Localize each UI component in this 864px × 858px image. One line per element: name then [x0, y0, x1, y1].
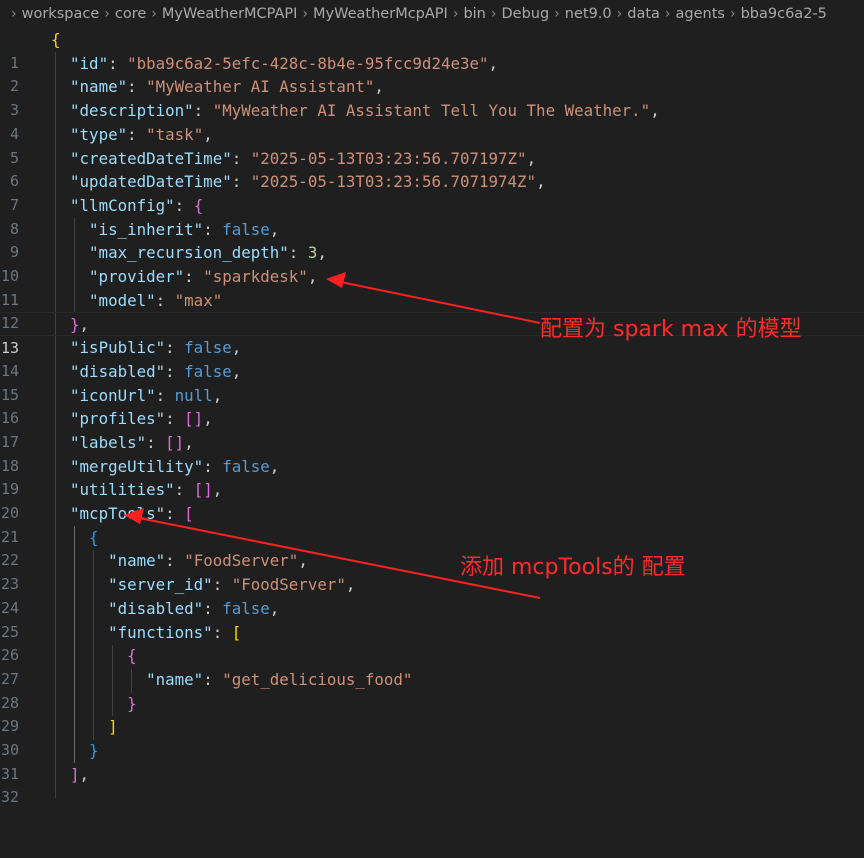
breadcrumb-item[interactable]: net9.0 [565, 6, 612, 22]
json-key: "id" [70, 53, 109, 73]
code-line[interactable]: 12 "model": "max" [0, 289, 864, 333]
json-key: "isPublic" [70, 338, 166, 358]
code-line[interactable]: 1 { [0, 28, 864, 72]
code-line[interactable]: 20 "utilities": [], [0, 478, 864, 522]
breadcrumb-item[interactable]: Debug [501, 6, 549, 22]
code-line[interactable]: 10 "max_recursion_depth": 3, [0, 241, 864, 285]
chevron-right-icon: › [616, 6, 623, 22]
code-line[interactable]: 3 "name": "MyWeather AI Assistant", [0, 75, 864, 119]
json-key: "disabled" [70, 361, 166, 381]
code-line[interactable]: 30 ] [0, 715, 864, 759]
json-value: null [174, 385, 213, 405]
code-line[interactable]: 5 "type": "task", [0, 123, 864, 167]
annotation-mcp-note: 添加 mcpTools的 配置 [460, 555, 686, 580]
json-key: "iconUrl" [70, 385, 156, 405]
json-value: "bba9c6a2-5efc-428c-8b4e-95fcc9d24e3e" [127, 53, 489, 73]
json-value: false [222, 219, 270, 239]
breadcrumb-item[interactable]: data [627, 6, 660, 22]
annotation-model-note: 配置为 spark max 的模型 [540, 317, 802, 342]
code-line[interactable]: 4 "description": "MyWeather AI Assistant… [0, 99, 864, 143]
code-line[interactable]: 19 "mergeUtility": false, [0, 455, 864, 499]
json-value: false [184, 338, 232, 358]
json-key: "name" [108, 551, 166, 571]
json-value: "2025-05-13T03:23:56.707197Z" [250, 148, 527, 168]
chevron-right-icon: › [554, 6, 560, 22]
breadcrumb-item[interactable]: core [115, 6, 146, 22]
code-line[interactable]: 29 } [0, 692, 864, 736]
json-key: "updatedDateTime" [70, 172, 232, 192]
chevron-right-icon: › [151, 6, 157, 22]
json-key: "mcpTools" [70, 504, 166, 523]
json-key: "server_id" [108, 575, 213, 595]
chevron-right-icon: › [302, 6, 309, 22]
code-line[interactable]: 7 "updatedDateTime": "2025-05-13T03:23:5… [0, 170, 864, 214]
code-line[interactable]: 15 "disabled": false, [0, 360, 864, 404]
json-key: "utilities" [70, 480, 175, 500]
json-value: "sparkdesk" [203, 267, 308, 286]
breadcrumb-item[interactable]: bin [463, 6, 485, 22]
code-line[interactable]: 26 "functions": [ [0, 621, 864, 665]
json-key: "is_inherit" [89, 219, 204, 239]
chevron-right-icon: › [452, 6, 459, 22]
json-value: false [222, 598, 270, 618]
json-key: "labels" [70, 432, 147, 452]
code-line[interactable]: 24 "server_id": "FoodServer", [0, 573, 864, 617]
json-value: "MyWeather AI Assistant Tell You The Wea… [212, 101, 651, 121]
json-value: "2025-05-13T03:23:56.7071974Z" [250, 172, 537, 192]
json-key: "type" [70, 124, 128, 144]
json-key: "mergeUtility" [70, 456, 204, 476]
code-line[interactable]: 8 "llmConfig": { [0, 194, 864, 238]
json-key: "createdDateTime" [70, 148, 232, 168]
json-key: "functions" [108, 622, 213, 642]
code-line[interactable]: 18 "labels": [], [0, 431, 864, 475]
json-value: 3 [307, 243, 318, 263]
json-key: "profiles" [70, 409, 166, 429]
code-line[interactable]: 32 ], [0, 763, 864, 807]
code-line[interactable]: 21 "mcpTools": [ [0, 502, 864, 546]
code-line[interactable]: 27 { [0, 644, 864, 688]
code-line[interactable]: 28 "name": "get_delicious_food" [0, 668, 864, 712]
json-key: "provider" [89, 267, 185, 286]
json-value: "FoodServer" [231, 575, 346, 595]
json-key: "name" [146, 669, 204, 689]
chevron-right-icon: › [104, 6, 110, 22]
code-line[interactable]: 22 { [0, 526, 864, 570]
json-value: false [184, 361, 232, 381]
code-line[interactable]: 23 "name": "FoodServer", [0, 549, 864, 593]
code-line[interactable]: 25 "disabled": false, [0, 597, 864, 641]
code-editor[interactable]: 1 { 2 "id": "bba9c6a2-5efc-428c-8b4e-95f… [0, 28, 864, 807]
chevron-right-icon: › [11, 6, 17, 22]
breadcrumb: › workspace › core › MyWeatherMCPAPI › MyWeathe… [0, 0, 864, 28]
json-key: "model" [89, 290, 156, 310]
json-key: "description" [70, 101, 194, 121]
json-key: "llmConfig" [70, 195, 175, 215]
code-line[interactable]: 6 "createdDateTime": "2025-05-13T03:23:5… [0, 147, 864, 191]
json-value: "get_delicious_food" [222, 669, 413, 689]
breadcrumb-item[interactable]: agents [676, 6, 725, 22]
chevron-right-icon: › [729, 6, 736, 22]
json-value: false [222, 456, 270, 476]
code-line[interactable]: 11 "provider": "sparkdesk", [0, 265, 864, 309]
chevron-right-icon: › [664, 6, 671, 22]
code-line[interactable]: 31 } [0, 739, 864, 783]
breadcrumb-item[interactable]: bba9c6a2-5 [741, 6, 827, 22]
json-value: "MyWeather AI Assistant" [146, 77, 375, 97]
code-line[interactable]: 17 "profiles": [], [0, 407, 864, 451]
json-key: "max_recursion_depth" [89, 243, 289, 263]
breadcrumb-item[interactable]: MyWeatherMcpAPI [313, 6, 448, 22]
json-key: "disabled" [108, 598, 204, 618]
code-line[interactable]: 9 "is_inherit": false, [0, 218, 864, 262]
breadcrumb-item[interactable]: workspace [22, 6, 100, 22]
code-line[interactable]: 2 "id": "bba9c6a2-5efc-428c-8b4e-95fcc9d… [0, 52, 864, 96]
json-value: "task" [146, 124, 204, 144]
code-line[interactable]: 16 "iconUrl": null, [0, 384, 864, 428]
json-value: "FoodServer" [184, 551, 299, 571]
json-value: "max" [174, 290, 223, 310]
breadcrumb-item[interactable]: MyWeatherMCPAPI [162, 6, 298, 22]
json-key: "name" [70, 77, 128, 97]
chevron-right-icon: › [490, 6, 497, 22]
